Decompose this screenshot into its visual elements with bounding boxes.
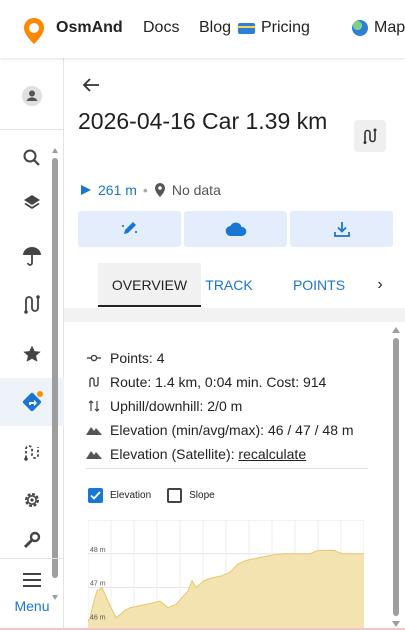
y-tick-label: 48 m bbox=[90, 547, 106, 554]
points-icon bbox=[86, 350, 102, 366]
track-tabs: OVERVIEW TRACK POINTS › bbox=[78, 263, 403, 307]
back-arrow-icon[interactable] bbox=[80, 74, 102, 96]
mountain-icon bbox=[86, 446, 102, 462]
nav-link-map-label: Map bbox=[374, 19, 405, 36]
stat-uphill-downhill-text: Uphill/downhill: 2/0 m bbox=[110, 398, 243, 414]
tab-overview[interactable]: OVERVIEW bbox=[98, 263, 201, 307]
track-distance: 261 m bbox=[98, 182, 137, 198]
slope-checkbox[interactable] bbox=[167, 488, 183, 503]
rail-scrollbar-thumb[interactable] bbox=[52, 158, 58, 578]
route-icon bbox=[86, 374, 102, 390]
track-location: No data bbox=[171, 182, 221, 198]
scroll-up-arrow-icon[interactable] bbox=[391, 326, 401, 334]
location-pin-icon bbox=[154, 183, 165, 197]
nav-link-pricing-label: Pricing bbox=[261, 19, 310, 36]
rail-divider-bottom bbox=[0, 558, 64, 559]
plan-route-icon bbox=[24, 445, 39, 461]
panel-scrollbar-thumb[interactable] bbox=[393, 338, 399, 616]
globe-icon bbox=[352, 20, 368, 36]
track-panel: 2026-04-16 Car 1.39 km 261 m • No data O… bbox=[64, 58, 405, 630]
menu-label[interactable]: Menu bbox=[0, 598, 64, 614]
play-direction-icon bbox=[81, 185, 91, 195]
y-tick-label: 47 m bbox=[90, 581, 106, 588]
account-icon bbox=[22, 86, 42, 106]
search-icon bbox=[23, 149, 40, 166]
wrench-icon bbox=[23, 531, 41, 549]
cloud-icon bbox=[225, 222, 246, 237]
nav-link-pricing[interactable]: Pricing bbox=[238, 19, 310, 37]
edit-track-button[interactable] bbox=[78, 211, 181, 247]
nav-link-docs[interactable]: Docs bbox=[143, 19, 179, 37]
stat-uphill-downhill: Uphill/downhill: 2/0 m bbox=[86, 396, 242, 416]
scroll-up-arrow-icon[interactable] bbox=[52, 146, 58, 154]
download-icon bbox=[333, 222, 350, 237]
tab-track[interactable]: TRACK bbox=[199, 263, 259, 307]
slope-checkbox-label: Slope bbox=[189, 490, 215, 501]
nav-link-blog[interactable]: Blog bbox=[199, 19, 231, 37]
rail-divider bbox=[0, 129, 64, 130]
stat-elevation-text: Elevation (min/avg/max): 46 / 47 / 48 m bbox=[110, 422, 354, 438]
panel-scrollbar[interactable] bbox=[391, 326, 401, 628]
track-meta: 261 m • No data bbox=[80, 182, 221, 198]
stat-route: Route: 1.4 km, 0:04 min. Cost: 914 bbox=[86, 372, 326, 392]
stat-route-text: Route: 1.4 km, 0:04 min. Cost: 914 bbox=[110, 374, 327, 390]
stat-elevation-satellite: Elevation (Satellite): recalculate bbox=[86, 444, 306, 464]
tab-points[interactable]: POINTS bbox=[286, 263, 352, 307]
track-route-icon bbox=[363, 128, 377, 144]
brand-name[interactable]: OsmAnd bbox=[56, 19, 123, 37]
menu-button[interactable] bbox=[0, 563, 64, 623]
y-tick-label: 46 m bbox=[90, 614, 106, 621]
recalculate-link[interactable]: recalculate bbox=[238, 446, 306, 462]
section-divider-band bbox=[64, 308, 405, 322]
gear-icon bbox=[25, 493, 39, 507]
stat-points: Points: 4 bbox=[86, 348, 164, 368]
stat-elevation: Elevation (min/avg/max): 46 / 47 / 48 m bbox=[86, 420, 354, 440]
top-navigation: OsmAnd Docs Blog Pricing Map bbox=[0, 0, 405, 58]
up-down-arrows-icon bbox=[86, 398, 102, 414]
star-icon bbox=[23, 345, 41, 362]
checkmark-icon bbox=[90, 491, 101, 500]
cloud-upload-button[interactable] bbox=[184, 211, 287, 247]
tabs-more-chevron[interactable]: › bbox=[368, 263, 392, 307]
elevation-checkbox[interactable] bbox=[88, 488, 103, 503]
edit-pencil-icon bbox=[121, 222, 137, 234]
elevation-checkbox-label: Elevation bbox=[110, 490, 152, 501]
osmand-logo-icon[interactable] bbox=[22, 17, 46, 45]
scroll-down-arrow-icon[interactable] bbox=[391, 620, 401, 628]
chart-options: Elevation Slope bbox=[88, 488, 215, 503]
download-button[interactable] bbox=[290, 211, 393, 247]
umbrella-icon bbox=[23, 247, 41, 266]
directions-icon bbox=[22, 391, 43, 412]
nav-link-map[interactable]: Map bbox=[352, 19, 405, 37]
elevation-chart[interactable]: 49 m48 m47 m46 m bbox=[88, 520, 364, 628]
layers-icon bbox=[24, 195, 40, 209]
rail-scrollbar[interactable] bbox=[52, 146, 58, 602]
meta-separator: • bbox=[142, 182, 148, 198]
left-rail: Menu bbox=[0, 58, 64, 630]
stat-points-text: Points: 4 bbox=[110, 350, 165, 366]
mountain-icon bbox=[86, 422, 102, 438]
stat-elevation-satellite-text: Elevation (Satellite): bbox=[110, 446, 239, 462]
credit-card-icon bbox=[238, 22, 255, 34]
track-route-icon bbox=[24, 295, 40, 314]
track-title: 2026-04-16 Car 1.39 km bbox=[78, 108, 328, 134]
rail-item-account[interactable] bbox=[0, 72, 64, 120]
track-route-button[interactable] bbox=[354, 120, 386, 152]
stats-separator bbox=[86, 468, 368, 469]
hamburger-icon bbox=[23, 573, 41, 587]
